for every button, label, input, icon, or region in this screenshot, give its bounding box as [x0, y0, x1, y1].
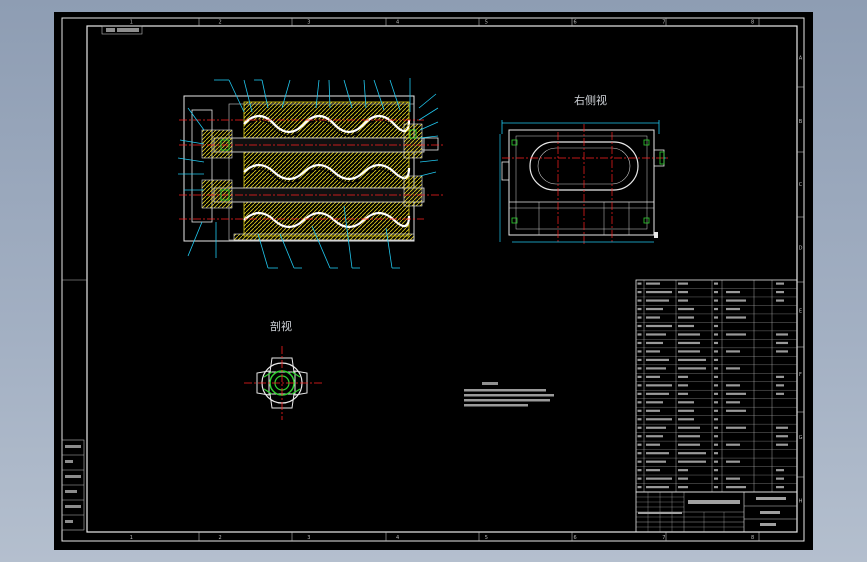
border-column-label: 8 [751, 20, 754, 26]
border-row-label: H [799, 498, 803, 504]
border-column-label: 3 [307, 20, 310, 26]
table-row [636, 290, 797, 298]
table-row [636, 282, 797, 289]
cad-drawing-viewport[interactable]: 1 1 2 2 3 3 4 4 5 5 6 6 7 7 8 8 A B C D E F G H 右侧视 剖视 [54, 12, 813, 550]
border-column-label: 1 [130, 20, 133, 26]
table-row [636, 341, 797, 348]
border-row-label: A [799, 56, 803, 62]
border-column-label: 4 [396, 20, 399, 26]
border-row-label: C [799, 182, 803, 188]
border-column-label: 2 [219, 535, 222, 541]
side-view-title: 右侧视 [574, 93, 607, 107]
drawing-code-box-content [106, 28, 139, 32]
table-row [636, 477, 797, 484]
table-row [636, 418, 797, 425]
table-row [636, 469, 797, 476]
border-column-label: 3 [307, 535, 310, 541]
table-row [636, 426, 797, 433]
table-row [636, 486, 797, 493]
border-row-label: B [799, 119, 803, 125]
parts-list-table[interactable] [635, 279, 798, 493]
table-row [636, 460, 797, 467]
border-row-label: E [799, 309, 802, 315]
table-row [636, 375, 797, 382]
main-assembly-view[interactable] [179, 95, 444, 242]
section-view-title: 剖视 [270, 319, 292, 333]
table-row [636, 435, 797, 442]
table-row [636, 333, 797, 340]
table-row [636, 350, 797, 357]
border-row-label: G [799, 435, 803, 441]
border-column-label: 5 [485, 20, 488, 26]
table-row [636, 401, 797, 408]
table-row [636, 324, 797, 332]
border-row-labels: A B C D E F G H [799, 56, 803, 505]
table-row [636, 299, 797, 306]
border-column-label: 6 [574, 535, 577, 541]
side-view[interactable] [499, 120, 669, 244]
border-column-label: 7 [662, 535, 665, 541]
table-row [636, 316, 797, 323]
table-row [636, 443, 797, 450]
border-row-label: D [799, 245, 803, 251]
border-column-label: 2 [219, 20, 222, 26]
table-row [636, 307, 797, 315]
table-row [636, 452, 797, 459]
section-view[interactable] [244, 346, 322, 420]
table-row [636, 358, 797, 365]
title-block[interactable] [635, 491, 798, 533]
technical-requirements [464, 382, 554, 407]
table-row [636, 392, 797, 399]
left-revision-block [61, 439, 85, 531]
border-column-label: 4 [396, 535, 399, 541]
drawing-canvas: 1 1 2 2 3 3 4 4 5 5 6 6 7 7 8 8 A B C D E F G H 右侧视 剖视 [61, 17, 805, 542]
table-row [636, 384, 797, 391]
border-column-label: 1 [130, 535, 133, 541]
table-row [636, 367, 797, 374]
border-column-label: 6 [574, 20, 577, 26]
border-column-label: 8 [751, 535, 754, 541]
inner-frame [86, 25, 798, 533]
border-row-label: F [799, 372, 802, 378]
border-column-label: 7 [662, 20, 665, 26]
table-row [636, 409, 797, 416]
border-column-label: 5 [485, 535, 488, 541]
